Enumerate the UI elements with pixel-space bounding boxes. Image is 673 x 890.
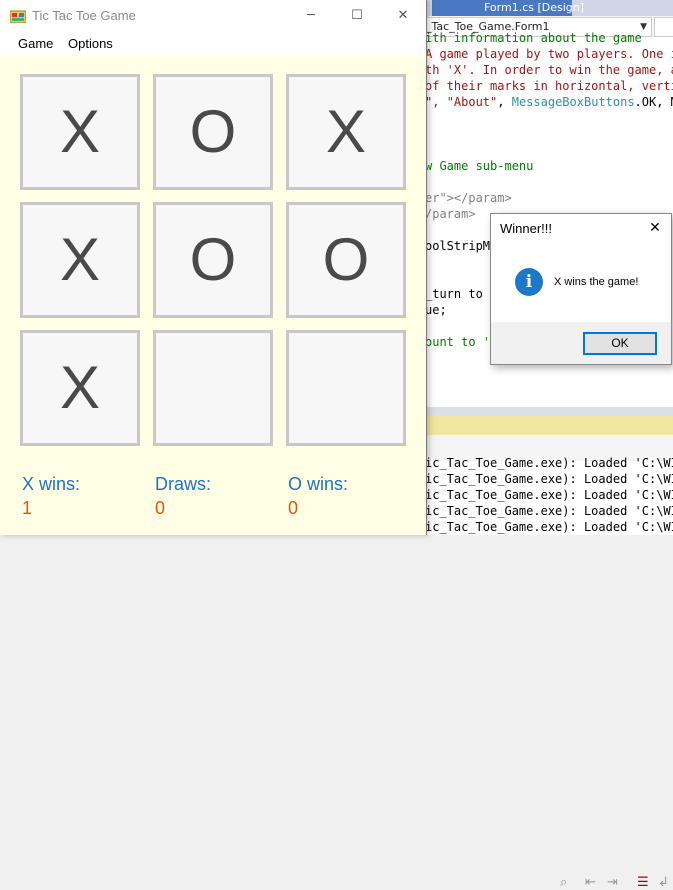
menu-bar: Game Options (0, 32, 426, 56)
board-cell-r3-c1[interactable]: X (20, 330, 140, 446)
close-icon: ✕ (397, 8, 409, 23)
tic-tac-toe-window: Tic Tac Toe Game ─ ☐ ✕ Game Options X O … (0, 0, 427, 535)
board-cell-r2-c1[interactable]: X (20, 202, 140, 318)
winner-dialog: Winner!!! ✕ i X wins the game! OK (490, 213, 672, 365)
output-line: ic_Tac_Toe_Game.exe): Loaded 'C:\WI (425, 456, 673, 470)
code-line: of their marks in horizontal, vertic (425, 78, 673, 94)
dialog-close-button[interactable]: ✕ (639, 214, 671, 242)
code-token: .OK, M (634, 95, 673, 109)
output-line: ic_Tac_Toe_Game.exe): Loaded 'C:\WI (425, 504, 673, 518)
code-token: MessageBoxButtons (511, 95, 635, 109)
code-token: , (497, 95, 512, 109)
code-token: "About" (446, 95, 498, 109)
output-line: ic_Tac_Toe_Game.exe): Loaded 'C:\WI (425, 472, 673, 486)
code-line: A game played by two players. One is (425, 46, 673, 62)
close-button[interactable]: ✕ (380, 0, 426, 32)
find-icon[interactable]: ⌕ (560, 875, 567, 890)
dialog-titlebar[interactable]: Winner!!! ✕ (491, 214, 671, 242)
maximize-button[interactable]: ☐ (334, 0, 380, 32)
window-title: Tic Tac Toe Game (32, 8, 136, 23)
ide-member-dropdown[interactable] (654, 17, 673, 37)
app-icon (10, 10, 26, 23)
code-token: A game played by two players. One is (425, 47, 673, 61)
ok-button[interactable]: OK (583, 332, 657, 355)
ide-tab-form1-design[interactable]: Form1.cs [Design] (432, 0, 584, 16)
code-token: of their marks in horizontal, vertic (425, 79, 673, 93)
output-line: ic_Tac_Toe_Game.exe): Loaded 'C:\WI (425, 488, 673, 502)
maximize-icon: ☐ (351, 8, 363, 23)
code-line: th 'X'. In order to win the game, a (425, 62, 673, 78)
code-token: ith information about the game (425, 31, 642, 45)
ide-tab-label: Form1.cs [Design] (484, 1, 585, 14)
code-token: ount to '0 (425, 335, 498, 349)
code-token: ue; (425, 303, 447, 317)
menu-options[interactable]: Options (68, 36, 113, 51)
board-cell-r2-c3[interactable]: O (286, 202, 406, 318)
code-line: oolStripMe (425, 238, 497, 254)
board-cell-r2-c2[interactable]: O (153, 202, 273, 318)
code-token: _turn to (425, 287, 483, 301)
code-line: ", "About", MessageBoxButtons.OK, M (425, 94, 673, 110)
code-line: ount to '0 (425, 334, 497, 350)
code-token: er"></param> (425, 191, 512, 205)
code-line: ith information about the game (425, 30, 642, 46)
game-board-area: X O X X O O X X wins: 1 Draws: 0 O wins:… (0, 56, 426, 535)
window-titlebar[interactable]: Tic Tac Toe Game ─ ☐ ✕ (0, 0, 426, 32)
dialog-message: X wins the game! (554, 276, 639, 288)
code-line: w Game sub-menu (425, 158, 533, 174)
minimize-icon: ─ (307, 8, 315, 23)
code-token: oolStripMe (425, 239, 498, 253)
code-line: _turn to (425, 286, 483, 302)
code-line: er"></param> (425, 190, 512, 206)
code-line: ue; (425, 302, 447, 318)
o-wins-count: 0 (288, 498, 299, 518)
board-cell-r1-c3[interactable]: X (286, 74, 406, 190)
menu-game[interactable]: Game (18, 36, 53, 51)
x-wins-count: 1 (22, 498, 33, 518)
draws-count: 0 (155, 498, 166, 518)
board-cell-r3-c3[interactable] (286, 330, 406, 446)
code-token: w Game sub-menu (425, 159, 534, 173)
previous-icon[interactable]: ⇤ (585, 875, 596, 890)
dialog-title: Winner!!! (500, 221, 553, 236)
output-line: ic_Tac_Toe_Game.exe): Loaded 'C:\WI (425, 520, 673, 534)
code-token: /param> (425, 207, 476, 221)
board-cell-r3-c2[interactable] (153, 330, 273, 446)
board-cell-r1-c1[interactable]: X (20, 74, 140, 190)
minimize-button[interactable]: ─ (288, 0, 334, 32)
board-cell-r1-c2[interactable]: O (153, 74, 273, 190)
close-icon: ✕ (649, 220, 661, 236)
x-wins-label: X wins: (22, 474, 81, 494)
clear-all-icon[interactable]: ☰ (637, 875, 649, 890)
next-icon[interactable]: ⇥ (607, 875, 618, 890)
code-line: /param> (425, 206, 476, 222)
o-wins-label: O wins: (288, 474, 349, 494)
draws-label: Draws: (155, 474, 212, 494)
info-icon: i (515, 268, 543, 296)
code-token: th 'X'. In order to win the game, a (425, 63, 673, 77)
dialog-footer: OK (491, 322, 671, 364)
word-wrap-icon[interactable]: ↲ (658, 875, 669, 890)
code-token: ", (425, 95, 447, 109)
